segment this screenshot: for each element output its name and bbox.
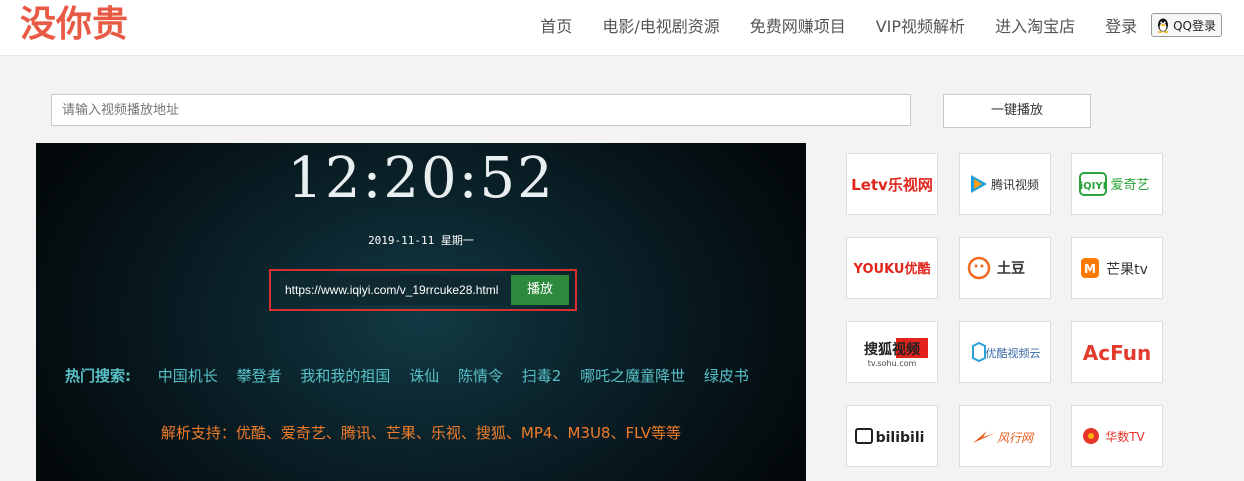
play-url-box: https://www.iqiyi.com/v_19rrcuke28.html …	[269, 269, 577, 311]
platform-iqiyi[interactable]: iQIYI 爱奇艺	[1071, 153, 1163, 215]
tencent-video-logo-icon: 腾讯视频	[971, 175, 1039, 193]
svg-text:bilibili: bilibili	[876, 430, 925, 446]
huashu-logo-icon: 华数TV	[1083, 428, 1146, 444]
youku-cloud-logo-icon: 优酷视频云	[972, 341, 1041, 363]
hot-search-label: 热门搜索:	[65, 367, 131, 385]
svg-text:爱奇艺: 爱奇艺	[1110, 177, 1149, 193]
nav-earn[interactable]: 免费网赚项目	[750, 13, 846, 37]
one-click-play-button[interactable]: 一键播放	[943, 94, 1091, 128]
video-url-input[interactable]	[51, 94, 911, 126]
nav-vip-parse[interactable]: VIP视频解析	[876, 13, 965, 37]
platform-bilibili[interactable]: bilibili	[846, 405, 938, 467]
hot-search-item[interactable]: 陈情令	[458, 367, 503, 385]
platform-letv[interactable]: Letv乐视网	[846, 153, 938, 215]
top-header: 没你贵 首页 电影/电视剧资源 免费网赚项目 VIP视频解析 进入淘宝店 登录 …	[0, 0, 1244, 56]
hot-search-item[interactable]: 我和我的祖国	[300, 367, 390, 385]
svg-text:优酷视频云: 优酷视频云	[986, 346, 1041, 360]
login-link[interactable]: 登录	[1105, 13, 1137, 37]
hot-search-list: 热门搜索: 中国机长 攀登者 我和我的祖国 诛仙 陈情令 扫毒2 哪吒之魔童降世…	[65, 365, 749, 386]
qq-login-button[interactable]: QQ登录	[1151, 13, 1222, 37]
iqiyi-logo-icon: iQIYI 爱奇艺	[1079, 172, 1150, 196]
nav-taobao[interactable]: 进入淘宝店	[995, 13, 1075, 37]
svg-text:腾讯视频: 腾讯视频	[991, 177, 1039, 192]
platform-youku-cloud[interactable]: 优酷视频云	[959, 321, 1051, 383]
svg-text:Letv乐视网: Letv乐视网	[852, 176, 932, 194]
svg-text:iQIYI: iQIYI	[1080, 181, 1107, 192]
svg-text:搜狐视频: 搜狐视频	[864, 341, 920, 358]
sohu-logo-icon: 搜狐视频 tv.sohu.com	[864, 338, 928, 368]
hot-search-item[interactable]: 绿皮书	[704, 367, 749, 385]
svg-text:芒果tv: 芒果tv	[1106, 262, 1148, 278]
letv-logo-icon: Letv乐视网	[852, 176, 932, 194]
platform-tudou[interactable]: 土豆	[959, 237, 1051, 299]
hot-search-item[interactable]: 诛仙	[409, 367, 439, 385]
play-url-field[interactable]: https://www.iqiyi.com/v_19rrcuke28.html	[279, 275, 511, 305]
site-logo[interactable]: 没你贵	[20, 0, 145, 44]
platform-mgtv[interactable]: M 芒果tv	[1071, 237, 1163, 299]
svg-text:M: M	[1084, 262, 1096, 276]
nav-home[interactable]: 首页	[540, 13, 572, 37]
acfun-logo-icon: AcFun	[1083, 341, 1151, 365]
qq-login-label: QQ登录	[1173, 18, 1216, 33]
main-nav: 首页 电影/电视剧资源 免费网赚项目 VIP视频解析 进入淘宝店 登录 QQ登录	[540, 0, 1244, 50]
clock-display: 12:20:52	[287, 146, 555, 211]
bilibili-logo-icon: bilibili	[855, 428, 925, 446]
svg-text:没你贵: 没你贵	[20, 4, 128, 44]
svg-text:风行网: 风行网	[997, 431, 1035, 445]
funshion-logo-icon: 风行网	[973, 431, 1035, 445]
hot-search-item[interactable]: 攀登者	[237, 367, 282, 385]
platform-youku[interactable]: YOUKU优酷	[846, 237, 938, 299]
platform-funshion[interactable]: 风行网	[959, 405, 1051, 467]
date-display: 2019-11-11 星期一	[368, 234, 474, 247]
platform-sohu[interactable]: 搜狐视频 tv.sohu.com	[846, 321, 938, 383]
play-button[interactable]: 播放	[511, 275, 569, 305]
youku-logo-icon: YOUKU优酷	[853, 261, 931, 277]
platform-acfun[interactable]: AcFun	[1071, 321, 1163, 383]
svg-text:华数TV: 华数TV	[1105, 429, 1145, 444]
nav-movies[interactable]: 电影/电视剧资源	[602, 13, 719, 37]
qq-penguin-icon	[1157, 18, 1169, 33]
svg-text:tv.sohu.com: tv.sohu.com	[868, 359, 917, 368]
hot-search-item[interactable]: 扫毒2	[522, 367, 562, 385]
svg-text:AcFun: AcFun	[1083, 341, 1151, 365]
tudou-logo-icon: 土豆	[967, 256, 1025, 280]
player-area: 12:20:52 2019-11-11 星期一 https://www.iqiy…	[36, 143, 806, 481]
svg-text:YOUKU优酷: YOUKU优酷	[853, 261, 931, 277]
platform-tencent[interactable]: 腾讯视频	[959, 153, 1051, 215]
svg-text:土豆: 土豆	[997, 260, 1025, 277]
mgtv-logo-icon: M 芒果tv	[1081, 258, 1148, 278]
platform-huashu[interactable]: 华数TV	[1071, 405, 1163, 467]
hot-search-item[interactable]: 哪吒之魔童降世	[580, 367, 685, 385]
hot-search-item[interactable]: 中国机长	[158, 367, 218, 385]
parse-support-text: 解析支持：优酷、爱奇艺、腾讯、芒果、乐视、搜狐、MP4、M3U8、FLV等等	[160, 424, 682, 442]
